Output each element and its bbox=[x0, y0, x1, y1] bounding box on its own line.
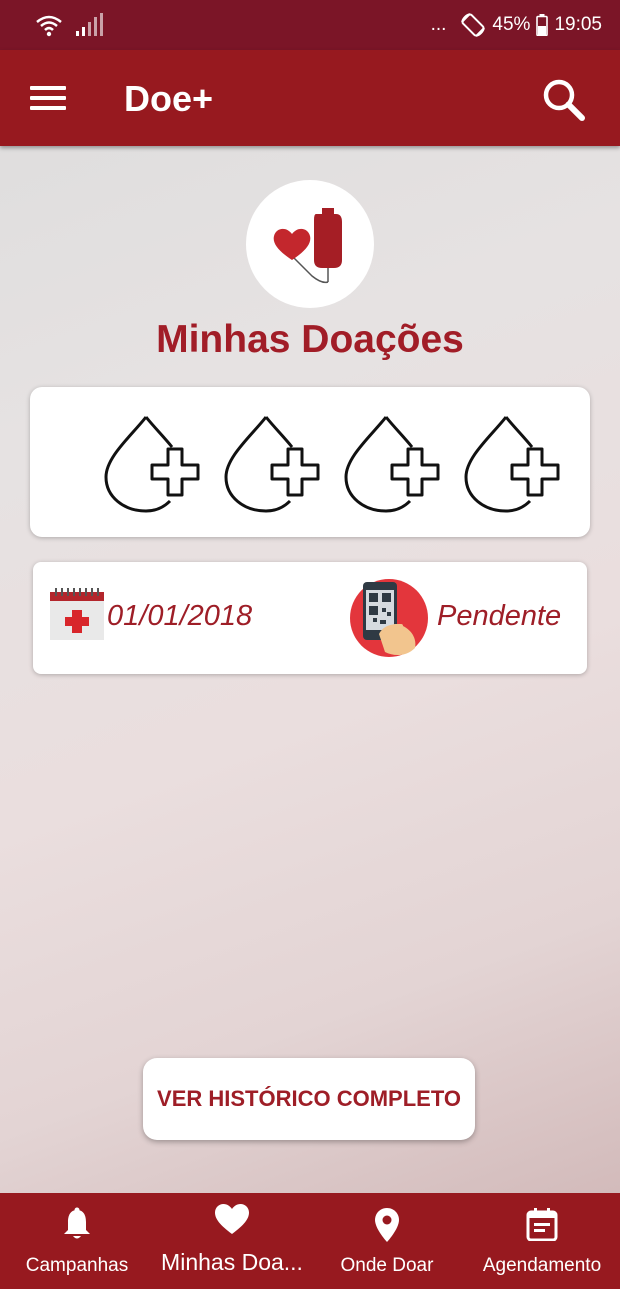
battery-icon bbox=[536, 14, 549, 36]
location-pin-icon bbox=[375, 1208, 399, 1242]
view-history-button[interactable]: VER HISTÓRICO COMPLETO bbox=[143, 1058, 475, 1140]
blood-drop-plus-icon bbox=[104, 416, 200, 513]
donation-entry-card[interactable]: 01/01/2018 Pendente bbox=[33, 562, 587, 674]
blood-drop-plus-icon bbox=[464, 416, 560, 513]
qr-phone-icon bbox=[350, 579, 428, 657]
battery-percent: 45% bbox=[492, 14, 531, 35]
bell-icon bbox=[64, 1207, 90, 1239]
status-time: 19:05 bbox=[554, 14, 602, 35]
page-title: Minhas Doações bbox=[156, 318, 464, 361]
app-bar: Doe+ bbox=[0, 50, 620, 146]
donation-drops-card bbox=[30, 387, 590, 537]
app-title: Doe+ bbox=[124, 78, 214, 119]
donation-status: Pendente bbox=[437, 600, 562, 632]
calendar-icon bbox=[526, 1208, 558, 1241]
blood-drop-plus-icon bbox=[224, 416, 320, 513]
search-icon[interactable] bbox=[540, 76, 586, 122]
nav-item-onde-doar[interactable]: Onde Doar bbox=[310, 1193, 464, 1289]
signal-icon bbox=[76, 13, 103, 36]
nav-label-campanhas: Campanhas bbox=[25, 1255, 129, 1276]
nav-item-minhas-doacoes[interactable]: Minhas Doa... bbox=[154, 1193, 310, 1289]
heart-icon bbox=[215, 1204, 249, 1234]
blood-bag-heart-icon bbox=[273, 208, 342, 284]
rotate-icon bbox=[461, 13, 486, 37]
status-left bbox=[36, 13, 104, 37]
status-dots: ... bbox=[430, 14, 447, 35]
nav-label-agendamento: Agendamento bbox=[482, 1255, 602, 1276]
nav-label-minhas-doacoes: Minhas Doa... bbox=[161, 1249, 303, 1275]
donation-date: 01/01/2018 bbox=[107, 600, 253, 632]
blood-drop-plus-icon bbox=[344, 416, 440, 513]
wifi-icon bbox=[36, 15, 62, 37]
calendar-cross-icon bbox=[50, 588, 104, 640]
logo-circle bbox=[246, 180, 374, 308]
bottom-nav: Campanhas Minhas Doa... Onde Doar Agenda… bbox=[0, 1193, 620, 1289]
menu-icon[interactable] bbox=[30, 86, 66, 112]
status-bar: ... 45% 19:05 bbox=[0, 0, 620, 50]
status-right: ... 45% 19:05 bbox=[431, 12, 602, 38]
nav-label-onde-doar: Onde Doar bbox=[340, 1255, 434, 1276]
nav-item-agendamento[interactable]: Agendamento bbox=[464, 1193, 620, 1289]
nav-item-campanhas[interactable]: Campanhas bbox=[0, 1193, 154, 1289]
